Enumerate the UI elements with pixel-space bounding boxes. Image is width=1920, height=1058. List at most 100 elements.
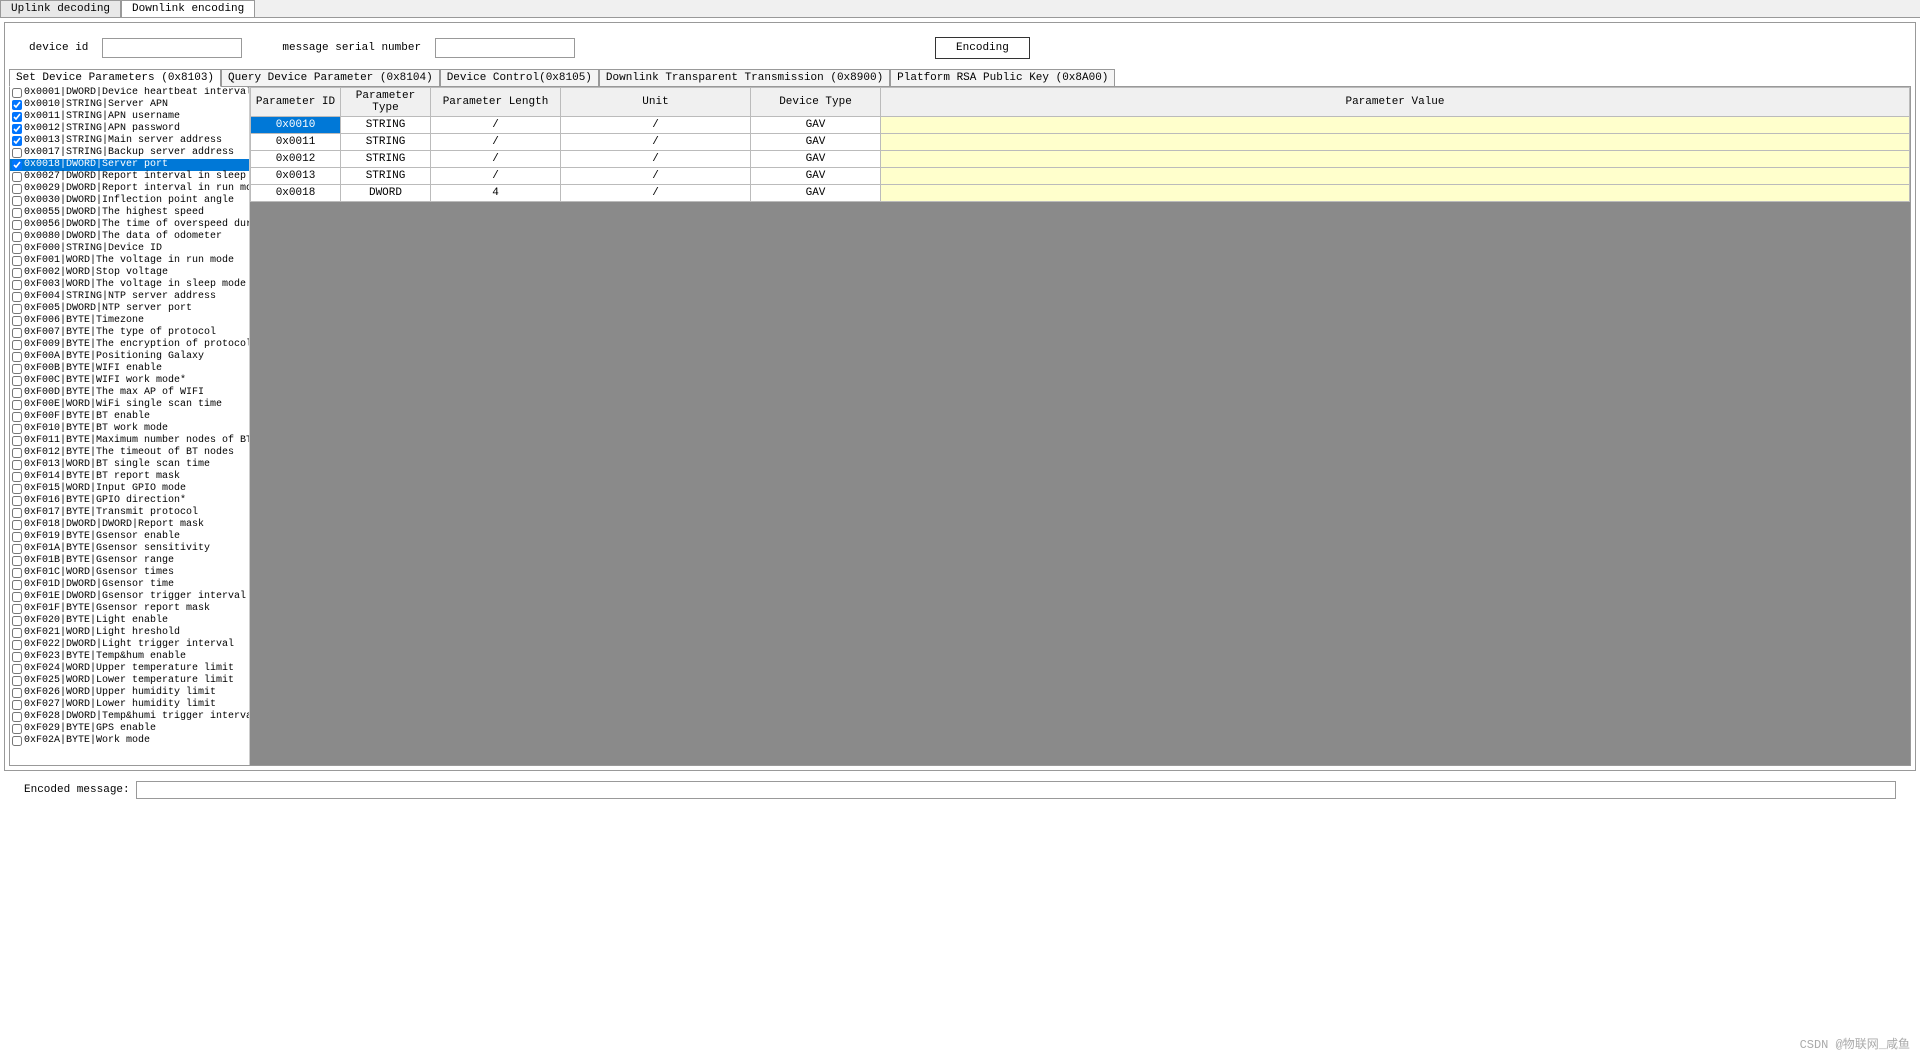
param-item[interactable]: 0xF029|BYTE|GPS enable bbox=[10, 723, 249, 735]
param-item[interactable]: 0xF016|BYTE|GPIO direction* bbox=[10, 495, 249, 507]
param-checkbox[interactable] bbox=[12, 340, 22, 350]
param-checkbox[interactable] bbox=[12, 124, 22, 134]
param-checkbox[interactable] bbox=[12, 592, 22, 602]
table-row[interactable]: 0x0013STRING//GAV bbox=[251, 168, 1910, 185]
param-checkbox[interactable] bbox=[12, 532, 22, 542]
encoding-button[interactable]: Encoding bbox=[935, 37, 1030, 59]
param-checkbox[interactable] bbox=[12, 520, 22, 530]
param-checkbox[interactable] bbox=[12, 220, 22, 230]
param-item[interactable]: 0xF019|BYTE|Gsensor enable bbox=[10, 531, 249, 543]
param-checkbox[interactable] bbox=[12, 376, 22, 386]
param-item[interactable]: 0xF02A|BYTE|Work mode bbox=[10, 735, 249, 747]
param-item[interactable]: 0x0056|DWORD|The time of overspeed durat… bbox=[10, 219, 249, 231]
param-checkbox[interactable] bbox=[12, 88, 22, 98]
param-item[interactable]: 0xF004|STRING|NTP server address bbox=[10, 291, 249, 303]
param-item[interactable]: 0xF00E|WORD|WiFi single scan time bbox=[10, 399, 249, 411]
param-item[interactable]: 0xF020|BYTE|Light enable bbox=[10, 615, 249, 627]
param-item[interactable]: 0xF023|BYTE|Temp&hum enable bbox=[10, 651, 249, 663]
param-checkbox[interactable] bbox=[12, 304, 22, 314]
param-checkbox[interactable] bbox=[12, 160, 22, 170]
table-cell[interactable] bbox=[881, 168, 1910, 185]
param-item[interactable]: 0xF003|WORD|The voltage in sleep mode bbox=[10, 279, 249, 291]
param-checkbox[interactable] bbox=[12, 628, 22, 638]
param-checkbox[interactable] bbox=[12, 700, 22, 710]
table-cell[interactable] bbox=[881, 185, 1910, 202]
param-checkbox[interactable] bbox=[12, 712, 22, 722]
param-checkbox[interactable] bbox=[12, 556, 22, 566]
param-item[interactable]: 0xF009|BYTE|The encryption of protocol bbox=[10, 339, 249, 351]
param-item[interactable]: 0xF01D|DWORD|Gsensor time bbox=[10, 579, 249, 591]
param-item[interactable]: 0xF026|WORD|Upper humidity limit bbox=[10, 687, 249, 699]
param-item[interactable]: 0xF01E|DWORD|Gsensor trigger interval bbox=[10, 591, 249, 603]
param-checkbox[interactable] bbox=[12, 640, 22, 650]
main-tab-0[interactable]: Uplink decoding bbox=[0, 0, 121, 17]
param-item[interactable]: 0x0027|DWORD|Report interval in sleep mo… bbox=[10, 171, 249, 183]
param-item[interactable]: 0xF01F|BYTE|Gsensor report mask bbox=[10, 603, 249, 615]
param-checkbox[interactable] bbox=[12, 724, 22, 734]
param-checkbox[interactable] bbox=[12, 676, 22, 686]
param-item[interactable]: 0xF028|DWORD|Temp&humi trigger interval bbox=[10, 711, 249, 723]
table-cell[interactable] bbox=[881, 134, 1910, 151]
param-checkbox[interactable] bbox=[12, 652, 22, 662]
param-checkbox[interactable] bbox=[12, 172, 22, 182]
param-item[interactable]: 0xF000|STRING|Device ID bbox=[10, 243, 249, 255]
param-checkbox[interactable] bbox=[12, 412, 22, 422]
param-item[interactable]: 0xF00A|BYTE|Positioning Galaxy bbox=[10, 351, 249, 363]
param-item[interactable]: 0xF01C|WORD|Gsensor times bbox=[10, 567, 249, 579]
param-checkbox[interactable] bbox=[12, 256, 22, 266]
param-checkbox[interactable] bbox=[12, 244, 22, 254]
param-item[interactable]: 0x0030|DWORD|Inflection point angle bbox=[10, 195, 249, 207]
param-item[interactable]: 0xF013|WORD|BT single scan time bbox=[10, 459, 249, 471]
param-checkbox[interactable] bbox=[12, 208, 22, 218]
param-item[interactable]: 0xF002|WORD|Stop voltage bbox=[10, 267, 249, 279]
table-row[interactable]: 0x0012STRING//GAV bbox=[251, 151, 1910, 168]
param-checkbox[interactable] bbox=[12, 364, 22, 374]
table-header[interactable]: Parameter Length bbox=[431, 88, 561, 117]
encoded-output[interactable] bbox=[136, 781, 1896, 799]
table-cell[interactable] bbox=[881, 151, 1910, 168]
param-checkbox[interactable] bbox=[12, 100, 22, 110]
param-item[interactable]: 0xF018|DWORD|DWORD|Report mask bbox=[10, 519, 249, 531]
param-checkbox[interactable] bbox=[12, 136, 22, 146]
param-checkbox[interactable] bbox=[12, 604, 22, 614]
main-tab-1[interactable]: Downlink encoding bbox=[121, 0, 255, 17]
param-checkbox[interactable] bbox=[12, 736, 22, 746]
param-item[interactable]: 0xF005|DWORD|NTP server port bbox=[10, 303, 249, 315]
param-checkbox[interactable] bbox=[12, 688, 22, 698]
param-checkbox[interactable] bbox=[12, 616, 22, 626]
param-item[interactable]: 0x0018|DWORD|Server port bbox=[10, 159, 249, 171]
table-header[interactable]: Parameter Type bbox=[341, 88, 431, 117]
param-item[interactable]: 0x0029|DWORD|Report interval in run mode bbox=[10, 183, 249, 195]
param-checkbox[interactable] bbox=[12, 352, 22, 362]
param-item[interactable]: 0xF00C|BYTE|WIFI work mode* bbox=[10, 375, 249, 387]
table-header[interactable]: Parameter ID bbox=[251, 88, 341, 117]
param-item[interactable]: 0xF007|BYTE|The type of protocol bbox=[10, 327, 249, 339]
param-checkbox[interactable] bbox=[12, 400, 22, 410]
param-item[interactable]: 0xF011|BYTE|Maximum number nodes of BT bbox=[10, 435, 249, 447]
param-item[interactable]: 0xF027|WORD|Lower humidity limit bbox=[10, 699, 249, 711]
param-checkbox[interactable] bbox=[12, 328, 22, 338]
param-item[interactable]: 0x0010|STRING|Server APN bbox=[10, 99, 249, 111]
param-checkbox[interactable] bbox=[12, 508, 22, 518]
table-header[interactable]: Parameter Value bbox=[881, 88, 1910, 117]
param-checkbox[interactable] bbox=[12, 112, 22, 122]
param-item[interactable]: 0x0013|STRING|Main server address bbox=[10, 135, 249, 147]
param-item[interactable]: 0xF015|WORD|Input GPIO mode bbox=[10, 483, 249, 495]
device-id-input[interactable] bbox=[102, 38, 242, 58]
param-item[interactable]: 0xF012|BYTE|The timeout of BT nodes bbox=[10, 447, 249, 459]
param-checkbox[interactable] bbox=[12, 472, 22, 482]
param-item[interactable]: 0x0011|STRING|APN username bbox=[10, 111, 249, 123]
param-item[interactable]: 0xF022|DWORD|Light trigger interval bbox=[10, 639, 249, 651]
param-checkbox[interactable] bbox=[12, 436, 22, 446]
param-item[interactable]: 0xF021|WORD|Light hreshold bbox=[10, 627, 249, 639]
serial-input[interactable] bbox=[435, 38, 575, 58]
param-item[interactable]: 0xF006|BYTE|Timezone bbox=[10, 315, 249, 327]
param-checkbox[interactable] bbox=[12, 484, 22, 494]
param-checkbox[interactable] bbox=[12, 580, 22, 590]
param-item[interactable]: 0xF010|BYTE|BT work mode bbox=[10, 423, 249, 435]
param-item[interactable]: 0x0001|DWORD|Device heartbeat interval bbox=[10, 87, 249, 99]
param-item[interactable]: 0x0080|DWORD|The data of odometer bbox=[10, 231, 249, 243]
param-checkbox[interactable] bbox=[12, 496, 22, 506]
param-item[interactable]: 0xF00F|BYTE|BT enable bbox=[10, 411, 249, 423]
param-checkbox[interactable] bbox=[12, 268, 22, 278]
